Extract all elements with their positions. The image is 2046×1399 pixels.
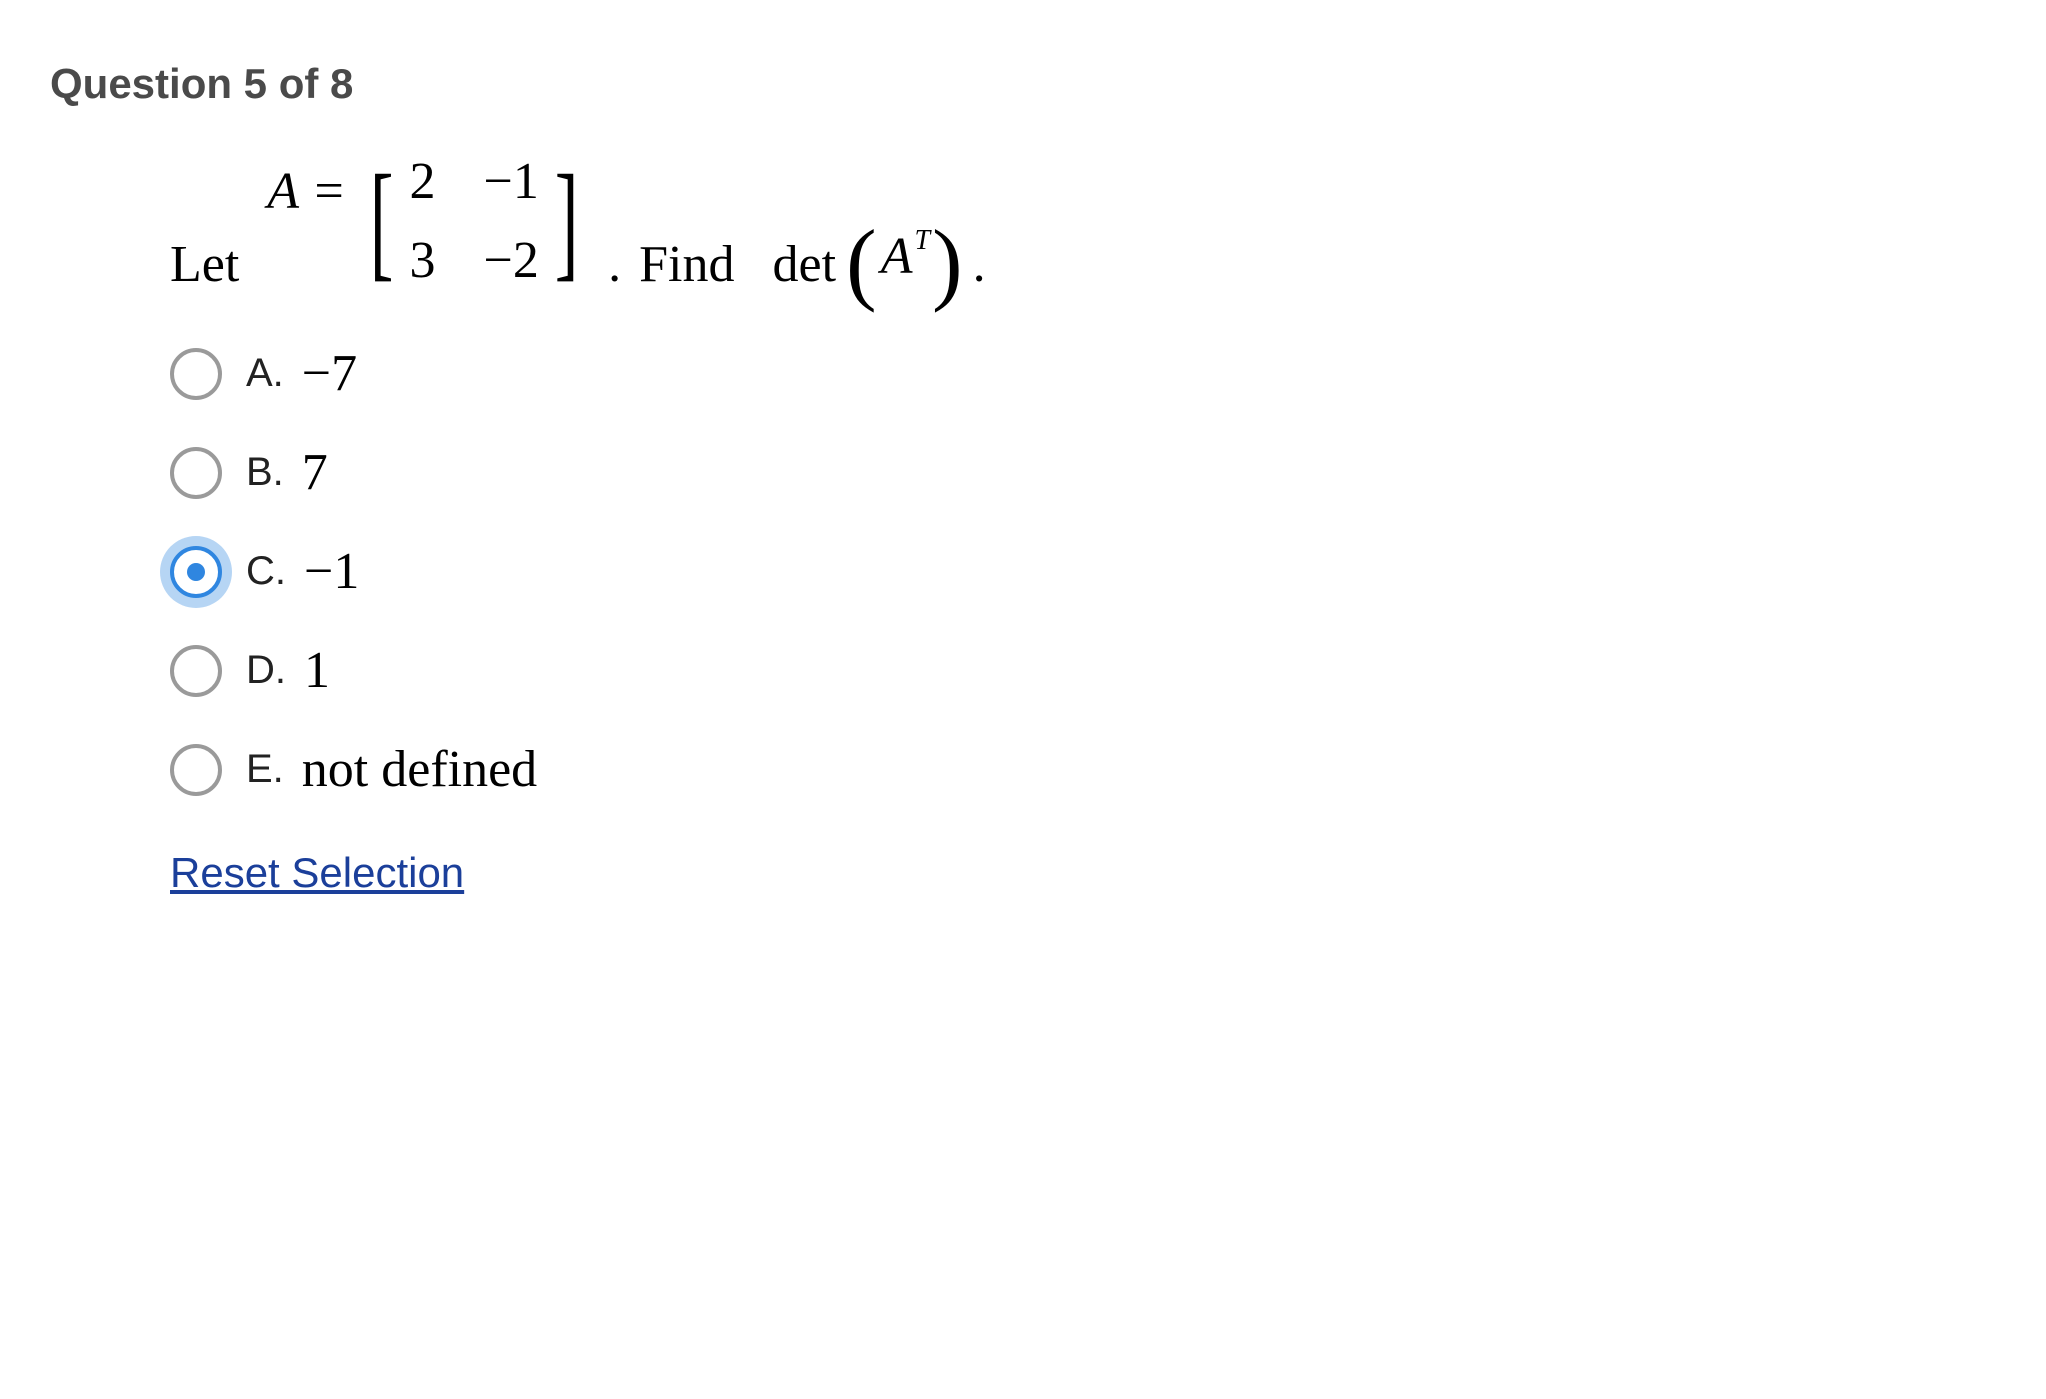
radio-e[interactable] [170,744,222,796]
radio-a[interactable] [170,348,222,400]
det-expression: det ( AT ) [773,220,963,294]
choice-value-e: not defined [302,740,537,799]
choice-letter-e: E. [246,747,284,792]
choice-d[interactable]: D. 1 [170,641,1996,700]
a-equals: A = [267,162,346,221]
right-bracket-icon: ] [555,169,579,273]
det-text: det [773,235,837,294]
stem-period-1: . [608,235,621,294]
stem-period-2: . [973,235,986,294]
choice-value-a: −7 [302,344,357,403]
choice-value-c: −1 [304,542,359,601]
choice-e[interactable]: E. not defined [170,740,1996,799]
reset-selection-link[interactable]: Reset Selection [170,849,464,897]
question-header: Question 5 of 8 [50,60,1996,108]
choice-value-b: 7 [302,443,328,502]
matrix: [ 2 −1 3 −2 ] [360,148,588,294]
matrix-r1c2: −1 [484,152,539,211]
matrix-cells: 2 −1 3 −2 [404,148,545,294]
answer-choices: A. −7 B. 7 C. −1 D. 1 E. not defined [170,344,1996,799]
stem-let: Let [170,235,239,294]
left-paren-icon: ( [846,226,877,300]
a-transpose: AT [881,227,928,286]
choice-letter-b: B. [246,450,284,495]
choice-letter-d: D. [246,648,286,693]
matrix-r1c1: 2 [410,152,436,211]
quiz-question-page: Question 5 of 8 Let A = [ 2 −1 3 −2 ] . [0,0,2046,957]
matrix-r2c1: 3 [410,231,436,290]
choice-b[interactable]: B. 7 [170,443,1996,502]
a-base: A [881,228,913,285]
stem-find: Find [639,235,734,294]
radio-b[interactable] [170,447,222,499]
radio-c[interactable] [170,546,222,598]
choice-letter-c: C. [246,549,286,594]
radio-d[interactable] [170,645,222,697]
a-superscript: T [914,225,930,256]
question-stem: Let A = [ 2 −1 3 −2 ] . Find det [170,148,1996,294]
choice-value-d: 1 [304,641,330,700]
choice-letter-a: A. [246,351,284,396]
choice-a[interactable]: A. −7 [170,344,1996,403]
matrix-definition: A = [ 2 −1 3 −2 ] [267,148,588,294]
choice-c[interactable]: C. −1 [170,542,1996,601]
stem-row: Let A = [ 2 −1 3 −2 ] . Find det [170,148,1996,294]
left-bracket-icon: [ [370,169,394,273]
matrix-r2c2: −2 [484,231,539,290]
right-paren-icon: ) [932,226,963,300]
